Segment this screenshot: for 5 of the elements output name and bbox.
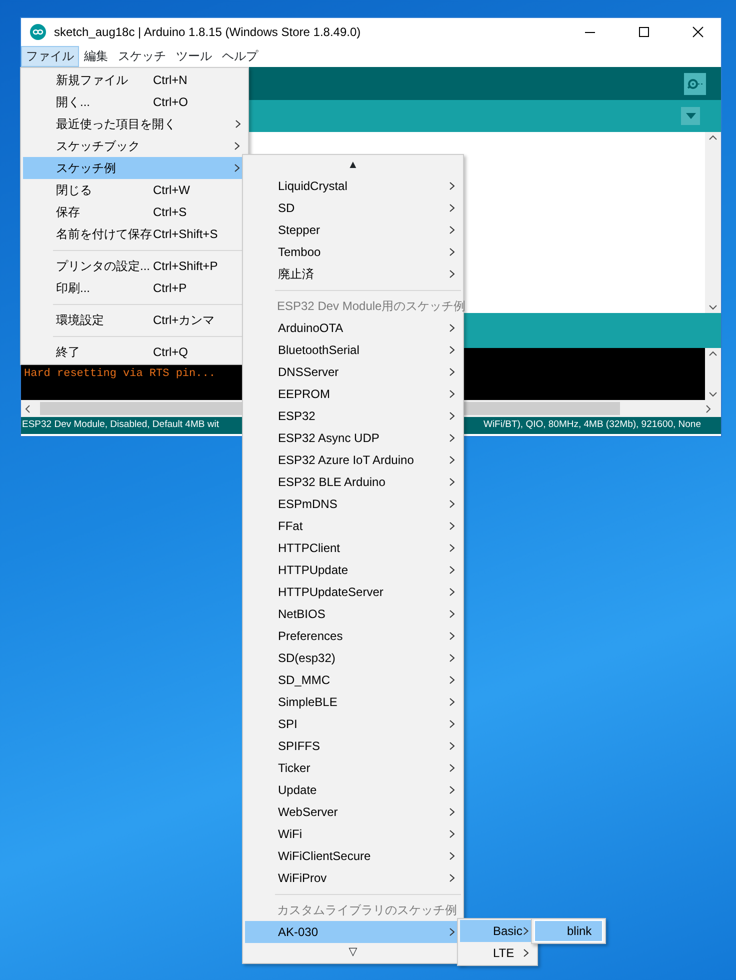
console-text: Hard resetting via RTS pin... xyxy=(24,367,216,381)
status-text: WiFi/BT), QIO, 80MHz, 4MB (32Mb), 921600, None xyxy=(483,418,701,432)
section-header: カスタムライブラリのスケッチ例 xyxy=(276,902,458,919)
window-title: sketch_aug18c | Arduino 1.8.15 (Windows Store 1.8.49.0) xyxy=(54,24,362,40)
status-text: ESP32 Dev Module, Disabled, Default 4MB wit xyxy=(22,418,219,432)
